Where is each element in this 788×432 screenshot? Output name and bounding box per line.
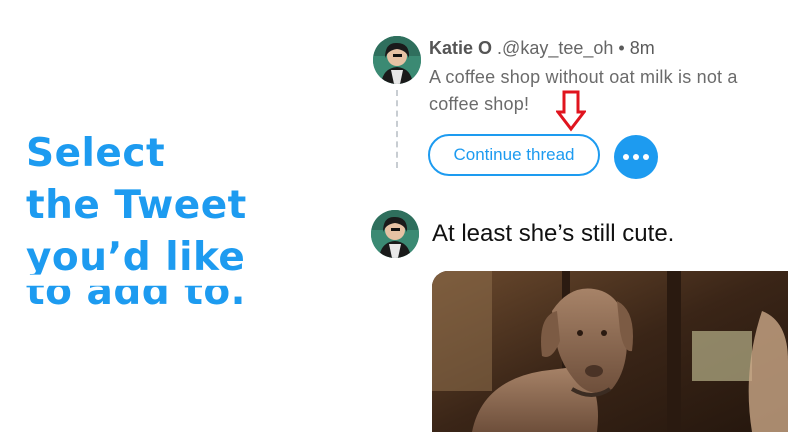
tweet1-time: 8m [629,38,655,58]
more-dot [643,154,649,160]
tweet2-media-image[interactable] [432,271,788,432]
promo-line-2: the Tweet [26,183,247,228]
promo-line-1: Select [26,131,166,176]
more-dot [633,154,639,160]
tweet1-name[interactable]: Katie O [429,38,492,58]
tweet1-handle[interactable]: .@kay_tee_oh [497,38,613,58]
continue-thread-button[interactable]: Continue thread [428,134,600,176]
promo-text: Select the Tweet you’d like to add to. [26,128,256,318]
tweet1-text: A coffee shop without oat milk is not a … [429,67,738,114]
tweet2-avatar[interactable] [371,210,419,258]
tweet2-text: At least she’s still cute. [432,220,675,247]
more-dots-icon [623,154,629,160]
down-arrow-icon [554,90,588,137]
thread-connector-line [396,90,398,168]
tweet1-separator: • [618,38,625,58]
promo-line-3: you’d like [26,235,246,280]
more-options-button[interactable] [614,135,658,179]
dog-photo [432,271,788,432]
tweet1-avatar[interactable] [373,36,421,84]
tweet1-header: Katie O .@kay_tee_oh • 8m [429,38,655,59]
